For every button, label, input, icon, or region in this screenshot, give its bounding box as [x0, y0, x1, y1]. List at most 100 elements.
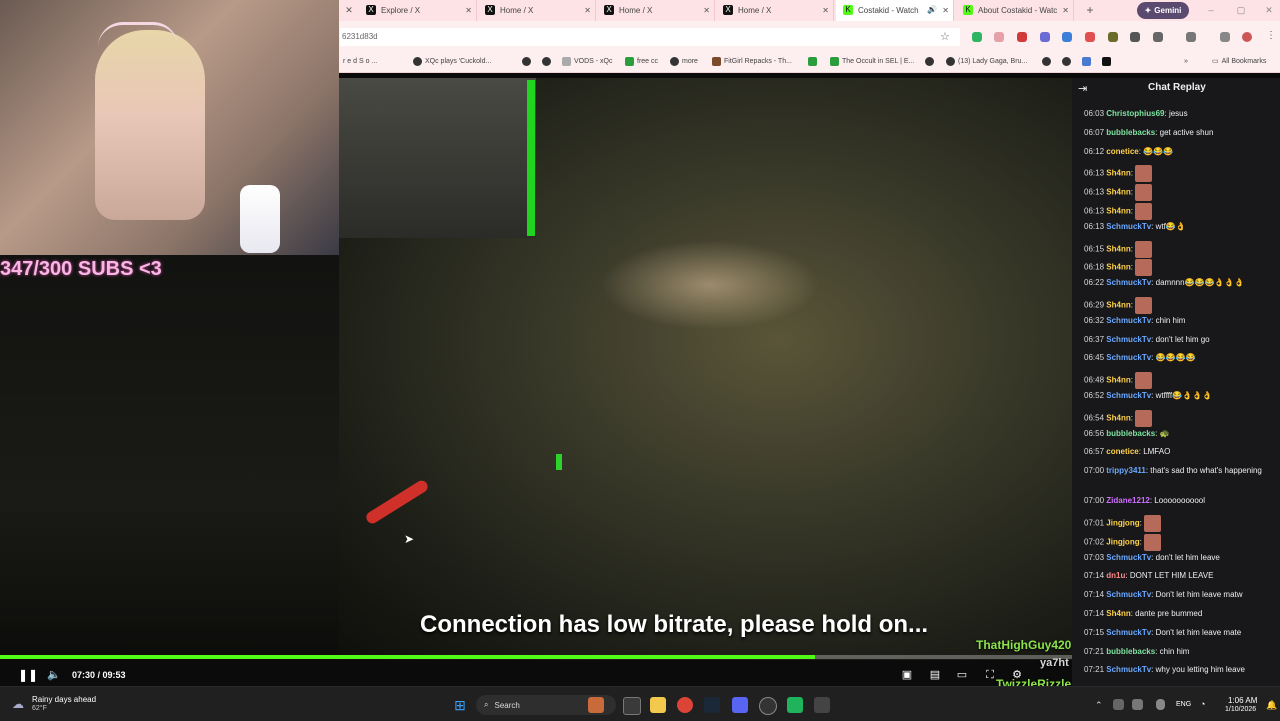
- sidepanel-icon[interactable]: [1186, 32, 1196, 42]
- chat-username[interactable]: Jingjong: [1106, 537, 1139, 546]
- chat-username[interactable]: Sh4nn: [1106, 263, 1130, 272]
- extension-icon[interactable]: [972, 32, 982, 42]
- chat-username[interactable]: SchmuckTv: [1106, 590, 1151, 599]
- tray-icon[interactable]: [1132, 699, 1143, 710]
- speaker-icon[interactable]: 🔊: [927, 5, 937, 14]
- new-tab-button[interactable]: +: [1082, 2, 1098, 18]
- discord-icon[interactable]: [732, 697, 748, 713]
- tab-home-x-2[interactable]: X Home / X ✕: [597, 0, 715, 21]
- tab-home-x-1[interactable]: X Home / X ✕: [478, 0, 596, 21]
- download-icon[interactable]: [1220, 32, 1230, 42]
- chat-username[interactable]: Zidane1212: [1106, 496, 1150, 505]
- chat-username[interactable]: SchmuckTv: [1106, 628, 1151, 637]
- chat-username[interactable]: Sh4nn: [1106, 376, 1130, 385]
- chat-username[interactable]: Jingjong: [1106, 519, 1139, 528]
- chat-username[interactable]: Sh4nn: [1106, 169, 1130, 178]
- notification-bell-icon[interactable]: 🔔: [1266, 700, 1277, 711]
- menu-dots-icon[interactable]: ⋮: [1266, 30, 1276, 41]
- theater-mode-icon[interactable]: ▤: [928, 668, 942, 682]
- chat-username[interactable]: bubblebacks: [1106, 128, 1155, 137]
- chat-username[interactable]: Sh4nn: [1106, 244, 1130, 253]
- bookmark-item[interactable]: VODS - xQc: [562, 55, 613, 67]
- extension-icon[interactable]: [1062, 32, 1072, 42]
- bookmark-item[interactable]: [542, 55, 551, 67]
- bookmark-item[interactable]: [1082, 55, 1091, 67]
- settings-gear-icon[interactable]: ⚙: [1010, 668, 1024, 682]
- microphone-icon[interactable]: [1156, 699, 1165, 710]
- close-tab-icon[interactable]: ✕: [703, 6, 710, 15]
- tab-about-costakid[interactable]: K About Costakid - Watc ✕: [956, 0, 1074, 21]
- bookmark-item[interactable]: [808, 55, 817, 67]
- bookmark-item[interactable]: r e d S o ...: [343, 55, 377, 67]
- chat-username[interactable]: SchmuckTv: [1106, 278, 1151, 287]
- close-tab-icon[interactable]: ✕: [942, 6, 949, 15]
- bookmark-item[interactable]: (13) Lady Gaga, Bru...: [946, 55, 1027, 67]
- bookmark-item[interactable]: free cc: [625, 55, 658, 67]
- extension-icon[interactable]: [1085, 32, 1095, 42]
- volume-icon[interactable]: 🔈: [46, 668, 62, 682]
- bookmark-item[interactable]: [1102, 55, 1111, 67]
- chat-username[interactable]: trippy3411: [1106, 466, 1146, 475]
- close-tab-icon[interactable]: ✕: [822, 6, 829, 15]
- weather-summary[interactable]: Rainy days ahead: [32, 695, 96, 704]
- avatar[interactable]: [1242, 32, 1252, 42]
- kick-app-icon[interactable]: [787, 697, 803, 713]
- extension-icon[interactable]: [1130, 32, 1140, 42]
- windows-start-icon[interactable]: ⊞: [452, 697, 468, 713]
- chat-username[interactable]: dn1u: [1106, 571, 1125, 580]
- extension-icon[interactable]: [1017, 32, 1027, 42]
- more-bookmarks-icon[interactable]: »: [1184, 55, 1188, 67]
- close-tab-icon[interactable]: ✕: [584, 6, 591, 15]
- search-highlight-icon[interactable]: [588, 697, 604, 713]
- calculator-icon[interactable]: [814, 697, 830, 713]
- bookmark-item[interactable]: The Occult in SEL | E...: [830, 55, 914, 67]
- extension-icon[interactable]: [1040, 32, 1050, 42]
- task-view-icon[interactable]: [623, 697, 641, 715]
- chrome-icon[interactable]: [677, 697, 693, 713]
- bookmark-item[interactable]: XQc plays 'Cuckold...: [413, 55, 491, 67]
- all-bookmarks-folder[interactable]: ▭ All Bookmarks: [1212, 55, 1266, 67]
- minimize-icon[interactable]: –: [1204, 2, 1218, 18]
- bookmark-item[interactable]: more: [670, 55, 698, 67]
- chat-username[interactable]: bubblebacks: [1106, 647, 1155, 656]
- chat-username[interactable]: Sh4nn: [1106, 301, 1130, 310]
- chat-username[interactable]: SchmuckTv: [1106, 553, 1151, 562]
- close-tab-icon[interactable]: ✕: [465, 6, 472, 15]
- clock-time[interactable]: 1:06 AM: [1228, 696, 1257, 705]
- chat-username[interactable]: SchmuckTv: [1106, 665, 1151, 674]
- chat-username[interactable]: SchmuckTv: [1106, 353, 1151, 362]
- gemini-button[interactable]: ✦ Gemini: [1137, 2, 1189, 19]
- chat-username[interactable]: conetice: [1106, 447, 1138, 456]
- tab-home-x-3[interactable]: X Home / X ✕: [716, 0, 834, 21]
- bookmark-item[interactable]: [522, 55, 531, 67]
- extension-icon[interactable]: [994, 32, 1004, 42]
- chat-username[interactable]: bubblebacks: [1106, 429, 1155, 438]
- collapse-chat-icon[interactable]: ⇥: [1078, 82, 1087, 95]
- maximize-icon[interactable]: ▢: [1234, 2, 1248, 18]
- tab-costakid-watch[interactable]: K Costakid - Watch 🔊 ✕: [836, 0, 954, 21]
- chat-username[interactable]: SchmuckTv: [1106, 316, 1151, 325]
- chat-username[interactable]: Christophius69: [1106, 109, 1164, 118]
- close-window-icon[interactable]: ✕: [1262, 2, 1276, 18]
- xbox-icon[interactable]: [759, 697, 777, 715]
- chat-username[interactable]: SchmuckTv: [1106, 222, 1151, 231]
- close-tab-icon[interactable]: ✕: [339, 0, 359, 21]
- language-indicator[interactable]: ENG: [1176, 701, 1191, 708]
- bookmark-item[interactable]: [1062, 55, 1071, 67]
- fullscreen-icon[interactable]: ⛶: [983, 668, 997, 682]
- file-explorer-icon[interactable]: [650, 697, 666, 713]
- chat-username[interactable]: Sh4nn: [1106, 188, 1130, 197]
- wifi-icon[interactable]: ◔: [1200, 699, 1205, 709]
- extension-icon[interactable]: [1108, 32, 1118, 42]
- steam-icon[interactable]: [704, 697, 720, 713]
- bookmark-item[interactable]: FitGirl Repacks - Th...: [712, 55, 792, 67]
- bookmark-item[interactable]: [1042, 55, 1051, 67]
- tray-overflow-icon[interactable]: ⌃: [1095, 700, 1103, 711]
- puzzle-icon[interactable]: [1153, 32, 1163, 42]
- chat-username[interactable]: SchmuckTv: [1106, 391, 1151, 400]
- chat-username[interactable]: Sh4nn: [1106, 207, 1130, 216]
- chat-username[interactable]: conetice: [1106, 147, 1138, 156]
- chat-username[interactable]: Sh4nn: [1106, 413, 1130, 422]
- pip-icon[interactable]: ▭: [955, 668, 969, 682]
- bookmark-star-icon[interactable]: ☆: [940, 30, 950, 43]
